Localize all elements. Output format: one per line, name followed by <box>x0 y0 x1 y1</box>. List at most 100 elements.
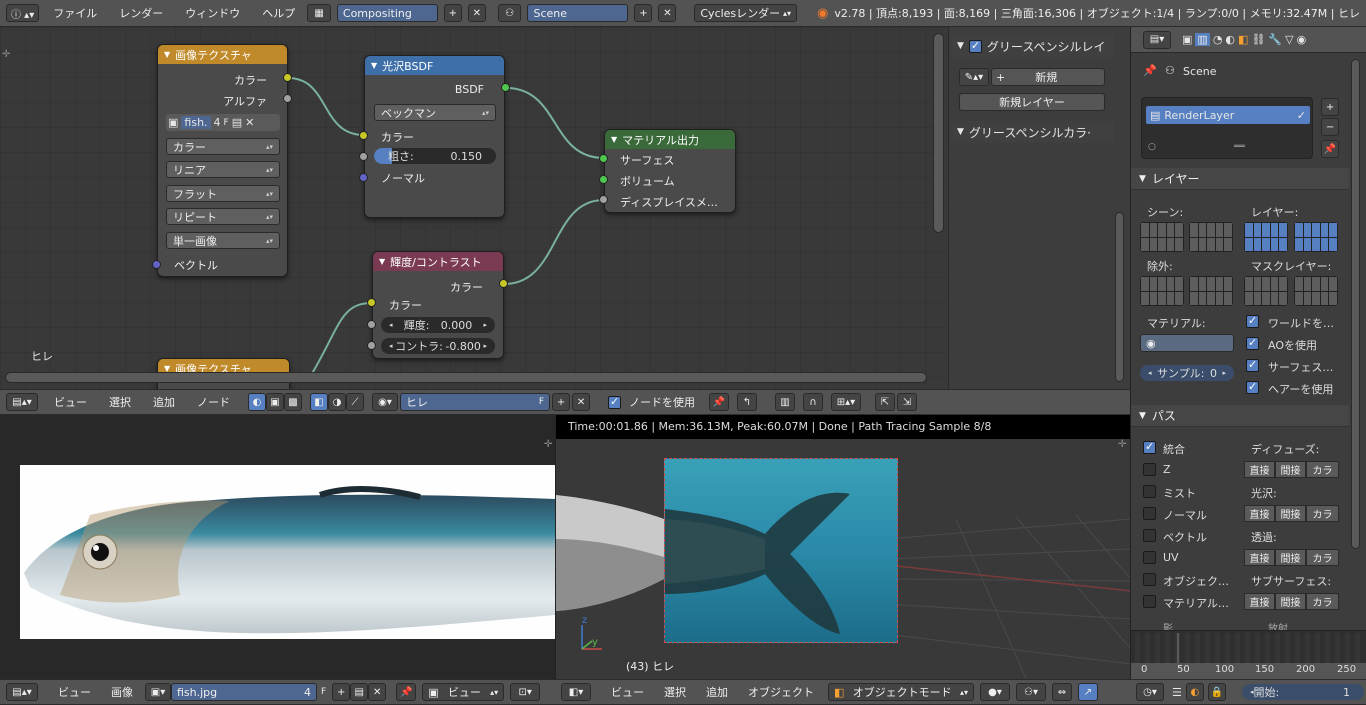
unlink-image-button[interactable]: ✕ <box>368 683 387 701</box>
layer-layers-grid-b[interactable] <box>1294 222 1338 252</box>
node-header[interactable]: ▼ 画像テクスチャ <box>158 45 287 64</box>
glossy-direct-button[interactable]: 直接 <box>1244 505 1275 522</box>
render-engine-select[interactable]: Cyclesレンダー ▴▾ <box>694 4 797 22</box>
collapse-icon[interactable]: ▼ <box>379 257 385 266</box>
object-tab-icon[interactable]: ◧ <box>1238 33 1248 46</box>
trans-color-button[interactable]: カラ <box>1306 549 1339 566</box>
start-frame-field[interactable]: ◂ 開始: 1 <box>1242 684 1364 700</box>
3d-viewport[interactable]: Time:00:01.86 | Mem:36.13M, Peak:60.07M … <box>555 415 1130 679</box>
mask-grid-a[interactable] <box>1244 276 1288 306</box>
open-image-icon[interactable]: ▤ <box>232 116 242 129</box>
texture-tree-button[interactable]: ▩ <box>284 393 302 411</box>
socket-gloss-color-in[interactable] <box>359 131 368 140</box>
manipulator-toggle[interactable]: ⇔ <box>1052 683 1072 701</box>
socket-tex-vector-in[interactable] <box>152 260 161 269</box>
screen-layout-button[interactable]: ▦ <box>307 4 331 22</box>
pass-z-checkbox[interactable] <box>1143 463 1156 476</box>
subsurface-direct-button[interactable]: 直接 <box>1244 593 1275 610</box>
menu-view[interactable]: ビュー <box>58 684 91 700</box>
collapse-icon[interactable]: ▼ <box>1139 411 1146 421</box>
pass-material-index-checkbox[interactable] <box>1143 595 1156 608</box>
diffuse-direct-button[interactable]: 直接 <box>1244 461 1275 478</box>
contrast-field[interactable]: ◂ コントラ: -0.800 ▸ <box>381 338 495 354</box>
gp-layer-enable-checkbox[interactable] <box>968 39 982 53</box>
use-nodes-checkbox[interactable] <box>608 395 621 409</box>
copy-nodes-button[interactable]: ⇱ <box>875 393 895 411</box>
snap-toggle-button[interactable]: ∩ <box>803 393 823 411</box>
socket-out-volume-in[interactable] <box>599 175 608 184</box>
image-selector[interactable]: ▣ fish. 4 F ▤ ✕ <box>166 114 280 131</box>
shading-select[interactable]: ●▾ <box>980 683 1010 701</box>
menu-icon[interactable]: ☰ <box>1172 686 1182 699</box>
data-tab-icon[interactable]: ▽ <box>1285 33 1293 46</box>
socket-bc-color-in[interactable] <box>367 298 376 307</box>
list-filter-icon[interactable]: ○ <box>1148 142 1156 152</box>
world-tab-icon[interactable]: ◐ <box>1225 33 1235 46</box>
delete-screen-button[interactable]: ✕ <box>467 4 486 22</box>
pass-normal-checkbox[interactable] <box>1143 507 1156 520</box>
unlink-material-button[interactable]: ✕ <box>572 393 590 411</box>
pin-button[interactable]: 📌 <box>709 393 729 411</box>
scene-tab-icon[interactable]: ◔ <box>1213 33 1223 46</box>
render-layer-item[interactable]: ▤ RenderLayer ✓ <box>1146 106 1310 124</box>
node-editor-v-scrollbar[interactable] <box>933 33 944 233</box>
fake-user-toggle[interactable]: F <box>321 687 326 697</box>
glossy-indirect-button[interactable]: 間接 <box>1275 505 1306 522</box>
distribution-select[interactable]: ベックマン ▴▾ <box>374 104 496 121</box>
exclude-grid-b[interactable] <box>1189 276 1233 306</box>
world-shader-button[interactable]: ◑ <box>328 393 346 411</box>
samples-field[interactable]: ◂ サンプル: 0 ▸ <box>1140 365 1234 381</box>
roughness-slider[interactable]: 粗さ: 0.150 <box>374 148 496 164</box>
socket-out-surface-in[interactable] <box>599 154 608 163</box>
lock-button[interactable]: 🔒 <box>1207 683 1226 701</box>
timeline-current-frame[interactable] <box>1177 633 1179 663</box>
timeline[interactable]: 0 50 100 150 200 250 <box>1130 630 1366 679</box>
brightness-field[interactable]: ◂ 輝度: 0.000 ▸ <box>381 317 495 333</box>
use-surface-checkbox[interactable] <box>1246 358 1259 372</box>
image-name-field[interactable]: fish.jpg 4 <box>171 683 317 701</box>
enable-checkmark-icon[interactable]: ✓ <box>1297 109 1306 122</box>
use-ao-checkbox[interactable] <box>1246 336 1259 350</box>
parent-tree-button[interactable]: ↰ <box>737 393 757 411</box>
interpolation-select[interactable]: リニア ▴▾ <box>166 161 280 178</box>
backdrop-button[interactable]: ▥ <box>775 393 795 411</box>
render-tab-icon[interactable]: ▣ <box>1182 33 1192 46</box>
increment-icon[interactable]: ▸ <box>1222 369 1226 377</box>
passes-panel-header[interactable]: ▼ パス <box>1131 405 1349 427</box>
socket-bc-bright-in[interactable] <box>367 320 376 329</box>
socket-bc-contrast-in[interactable] <box>367 341 376 350</box>
fake-user-toggle[interactable]: F <box>539 397 544 407</box>
menu-add[interactable]: 追加 <box>153 394 175 410</box>
subsurface-color-button[interactable]: カラ <box>1306 593 1339 610</box>
add-scene-button[interactable]: + <box>634 4 653 22</box>
material-tab-icon[interactable]: ◉ <box>1297 33 1307 46</box>
pin-layer-button[interactable]: 📌 <box>1321 140 1339 158</box>
collapse-icon[interactable]: ▼ <box>957 127 964 137</box>
decrement-icon[interactable]: ◂ <box>389 321 393 329</box>
render-layer-list[interactable]: ▤ RenderLayer ✓ ○ ══ <box>1141 97 1313 159</box>
exclude-grid-a[interactable] <box>1140 276 1184 306</box>
editor-type-button[interactable]: ◧▾ <box>561 683 591 701</box>
object-shader-button[interactable]: ◧ <box>310 393 328 411</box>
collapse-icon[interactable]: ▼ <box>1139 174 1146 184</box>
linestyle-shader-button[interactable]: ⟋ <box>346 393 364 411</box>
gp-pencil-button[interactable]: ✎▴▾ <box>959 68 989 86</box>
modifiers-tab-icon[interactable]: 🔧 <box>1268 33 1282 46</box>
editor-type-button[interactable]: ⓘ ▴▾ <box>6 4 40 22</box>
list-resize-handle[interactable]: ══ <box>1234 142 1245 152</box>
menu-file[interactable]: ファイル <box>53 5 97 21</box>
image-texture-node[interactable]: ▼ 画像テクスチャ カラー アルファ ▣ fish. 4 F ▤ ✕ カラー ▴▾ … <box>157 44 288 277</box>
editor-type-button[interactable]: ▤▴▾ <box>6 393 38 411</box>
use-world-checkbox[interactable] <box>1246 314 1259 328</box>
screen-name-field[interactable]: Compositing <box>336 4 438 22</box>
menu-object[interactable]: オブジェクト <box>748 684 814 700</box>
increment-icon[interactable]: ▸ <box>483 342 487 350</box>
corner-widget[interactable]: ✛ <box>2 49 10 60</box>
pivot-select[interactable]: ⊡▾ <box>510 683 541 701</box>
collapse-icon[interactable]: ▼ <box>957 41 964 51</box>
remove-layer-button[interactable]: − <box>1321 118 1339 136</box>
node-header[interactable]: ▼ 光沢BSDF <box>365 56 504 75</box>
subsurface-indirect-button[interactable]: 間接 <box>1275 593 1306 610</box>
socket-out-disp-in[interactable] <box>599 195 608 204</box>
sidebar-scrollbar[interactable] <box>1115 212 1124 382</box>
